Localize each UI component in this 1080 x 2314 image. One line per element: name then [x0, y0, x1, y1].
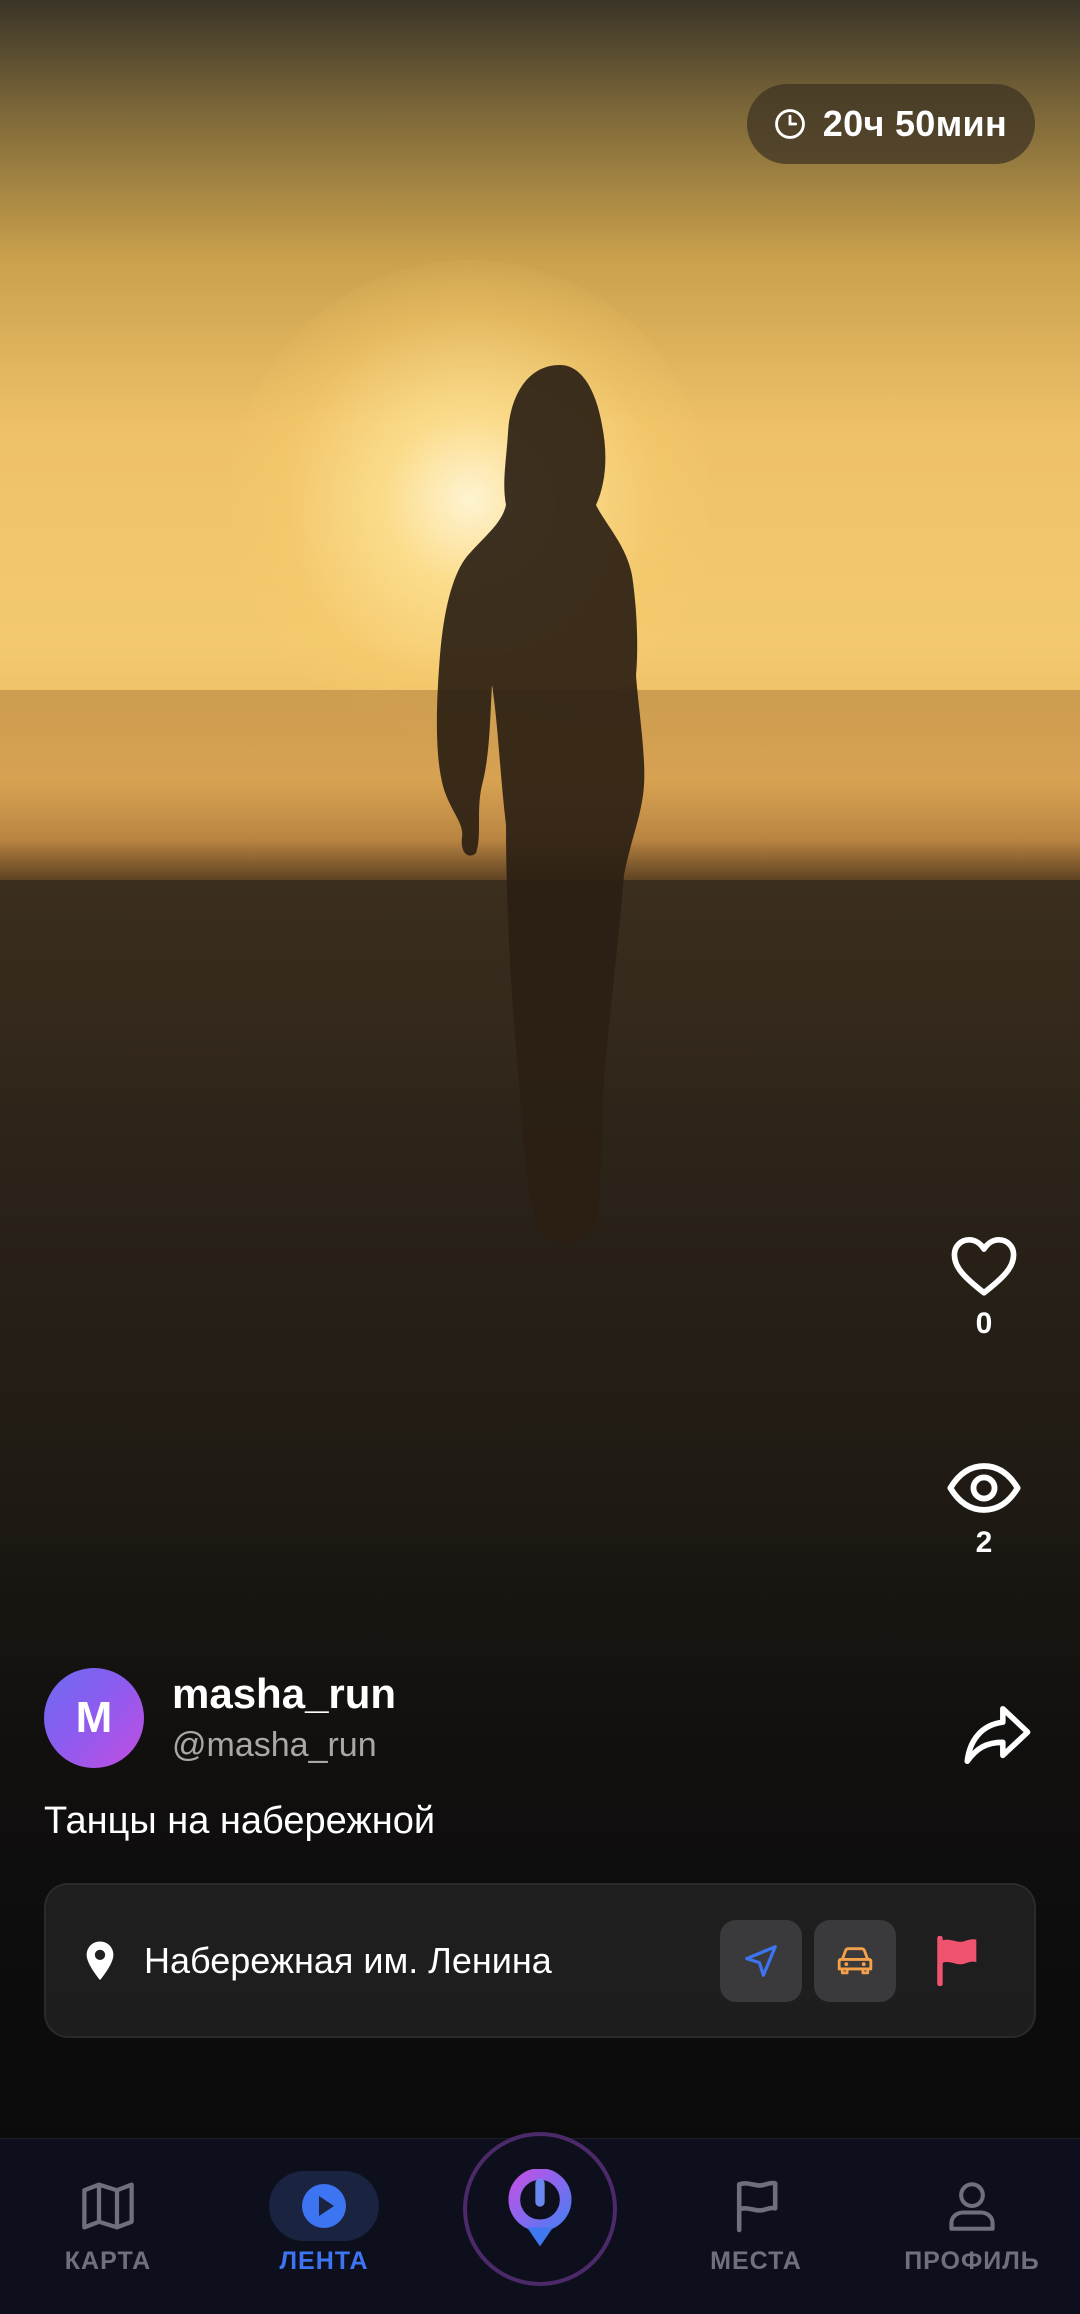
location-pin-icon	[86, 1941, 114, 1980]
location-name: Набережная им. Ленина	[144, 1939, 552, 1981]
nav-item-places[interactable]: МЕСТА	[648, 2139, 864, 2314]
author-handle: @masha_run	[172, 1726, 377, 1764]
clock-icon	[774, 109, 805, 139]
flag-icon	[937, 1935, 977, 1986]
post-caption: Танцы на набережной	[44, 1800, 436, 1842]
flag-outline-icon	[736, 2180, 778, 2233]
avatar[interactable]: M	[44, 1668, 144, 1768]
share-icon[interactable]	[962, 1702, 1032, 1768]
author-block[interactable]: M masha_run @masha_run	[44, 1668, 396, 1768]
author-name[interactable]: masha_run	[172, 1669, 396, 1719]
play-icon	[302, 2184, 346, 2228]
report-button[interactable]	[916, 1920, 998, 2002]
nav-item-profile[interactable]: ПРОФИЛЬ	[864, 2139, 1080, 2314]
navigation-arrow-icon	[745, 1944, 777, 1977]
heart-icon	[951, 1236, 1017, 1296]
center-action-button[interactable]	[463, 2132, 617, 2286]
views-indicator: 2	[934, 1460, 1034, 1560]
views-count: 2	[975, 1526, 993, 1559]
like-button[interactable]: 0	[934, 1235, 1034, 1341]
map-icon	[82, 2182, 134, 2230]
taxi-button[interactable]	[814, 1919, 896, 2002]
navigate-button[interactable]	[720, 1919, 802, 2002]
time-remaining-badge: 20ч 50мин	[746, 84, 1035, 164]
nav-label-profile: ПРОФИЛЬ	[904, 2247, 1040, 2275]
user-icon	[949, 2182, 995, 2231]
nav-label-map: КАРТА	[64, 2247, 152, 2275]
nav-item-feed[interactable]: ЛЕНТА	[216, 2139, 432, 2314]
nav-label-places: МЕСТА	[710, 2247, 802, 2275]
like-count: 0	[975, 1307, 993, 1340]
person-silhouette	[436, 365, 645, 1243]
nav-item-map[interactable]: КАРТА	[0, 2139, 216, 2314]
time-remaining-text: 20ч 50мин	[822, 103, 1007, 144]
app-logo-icon	[508, 2169, 572, 2247]
location-card[interactable]: Набережная им. Ленина	[44, 1883, 1036, 2038]
eye-icon	[947, 1463, 1021, 1513]
car-icon	[837, 1946, 873, 1974]
nav-label-feed: ЛЕНТА	[279, 2247, 369, 2275]
